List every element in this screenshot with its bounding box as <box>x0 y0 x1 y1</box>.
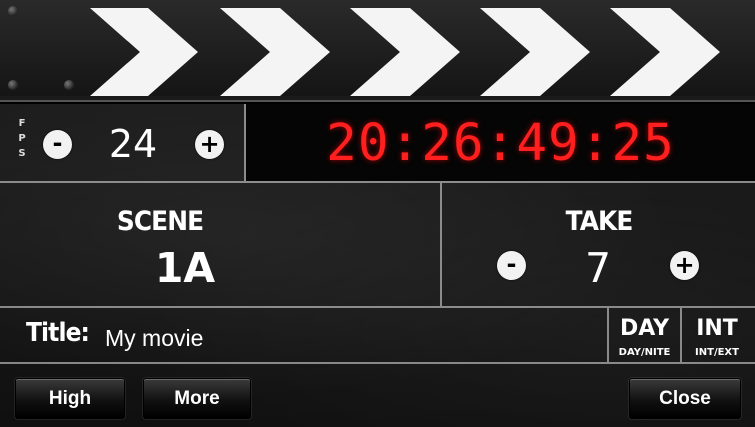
divider <box>0 362 755 364</box>
close-button[interactable]: Close <box>629 378 741 419</box>
scene-value[interactable]: 1A <box>120 244 250 292</box>
timecode-display[interactable]: 20:26:49:25 <box>246 114 755 173</box>
int-ext-toggle[interactable]: INT INT/EXT <box>682 308 755 362</box>
screw-icon <box>8 80 18 90</box>
take-label: TAKE <box>565 206 634 237</box>
title-label: Title: <box>26 318 90 348</box>
plus-icon: + <box>199 129 220 158</box>
screw-icon <box>64 80 74 90</box>
more-button[interactable]: More <box>143 378 251 419</box>
fps-label: F P S <box>17 116 27 161</box>
minus-icon: - <box>506 250 517 278</box>
high-button[interactable]: High <box>15 378 125 419</box>
day-nite-toggle[interactable]: DAY DAY/NITE <box>609 308 680 362</box>
take-value: 7 <box>584 244 612 292</box>
clapper-stick[interactable] <box>0 0 755 102</box>
divider <box>440 183 442 306</box>
clapper-stripes <box>0 8 755 100</box>
day-nite-caption: DAY/NITE <box>618 347 671 358</box>
take-decrease-button[interactable]: - <box>497 251 526 280</box>
title-field[interactable]: My movie <box>105 325 203 352</box>
fps-letter: S <box>18 148 26 159</box>
fps-increase-button[interactable]: + <box>195 130 224 159</box>
int-ext-value: INT <box>696 316 738 341</box>
fps-decrease-button[interactable]: - <box>43 130 72 159</box>
fps-letter: F <box>18 118 26 129</box>
plus-icon: + <box>674 250 695 279</box>
fps-value: 24 <box>108 122 158 166</box>
divider <box>0 181 755 183</box>
scene-label: SCENE <box>116 206 204 237</box>
day-nite-value: DAY <box>619 316 670 341</box>
screw-icon <box>8 6 18 16</box>
fps-letter: P <box>18 133 26 144</box>
minus-icon: - <box>52 129 63 157</box>
take-increase-button[interactable]: + <box>670 251 699 280</box>
int-ext-caption: INT/EXT <box>695 347 739 358</box>
